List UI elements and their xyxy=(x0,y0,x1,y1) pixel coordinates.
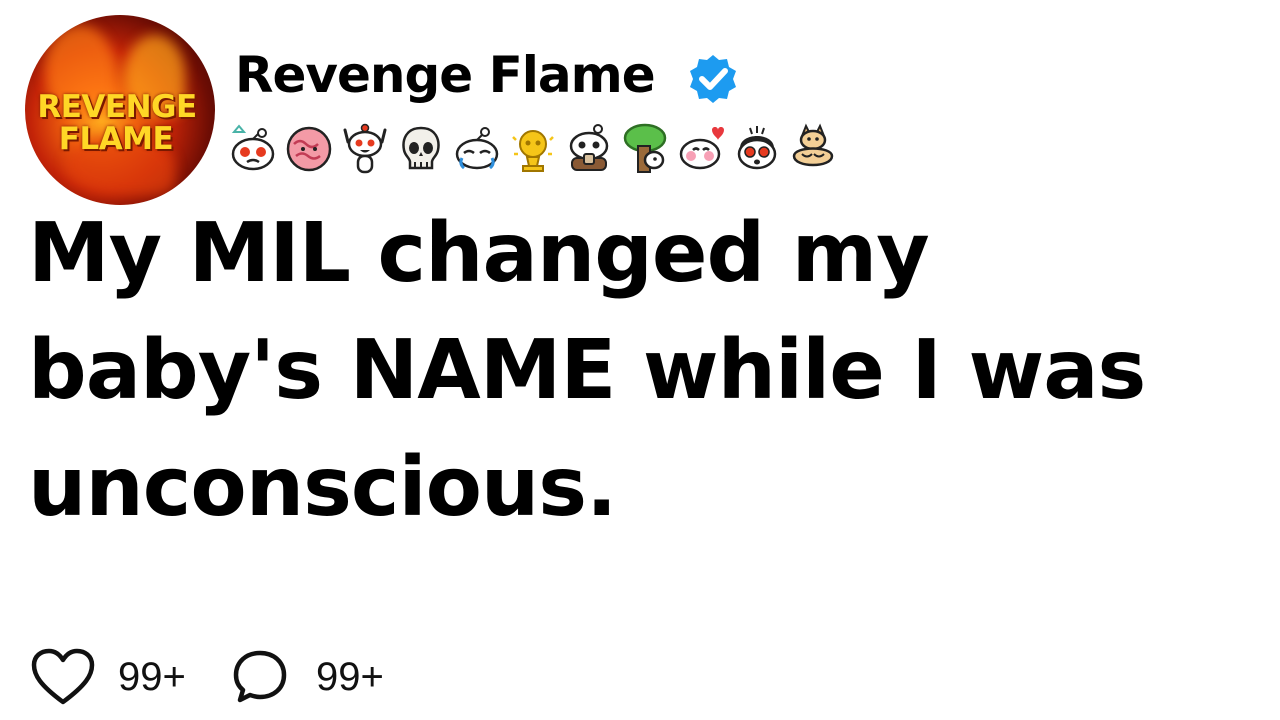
like-count: 99+ xyxy=(118,655,186,699)
snoo-cheer-award-icon xyxy=(340,122,390,176)
snoo-coffee-award-icon xyxy=(564,122,614,176)
avatar[interactable]: REVENGE FLAME xyxy=(25,15,215,205)
logo-line-2: FLAME xyxy=(58,121,174,157)
snoo-sleepy-award-icon xyxy=(452,122,502,176)
tree-hug-award-icon xyxy=(620,122,670,176)
comment-icon[interactable] xyxy=(230,647,290,707)
heart-icon[interactable] xyxy=(30,647,96,707)
verified-badge-icon xyxy=(686,53,740,107)
profile-name[interactable]: Revenge Flame xyxy=(235,45,656,105)
gold-trophy-award-icon xyxy=(508,122,558,176)
channel-logo: REVENGE FLAME xyxy=(25,91,215,155)
post-actions: 99+ 99+ xyxy=(30,644,384,710)
logo-line-1: REVENGE xyxy=(37,89,197,125)
comment-count: 99+ xyxy=(316,655,384,699)
buff-doge-award-icon xyxy=(788,122,838,176)
awards-row xyxy=(228,122,838,176)
skull-award-icon xyxy=(396,122,446,176)
snoo-crying-award-icon xyxy=(228,122,278,176)
brain-award-icon xyxy=(284,122,334,176)
post-title: My MIL changed my baby's NAME while I wa… xyxy=(28,206,1146,535)
snoo-shocked-award-icon xyxy=(732,122,782,176)
snoo-heart-eyes-award-icon xyxy=(676,122,726,176)
